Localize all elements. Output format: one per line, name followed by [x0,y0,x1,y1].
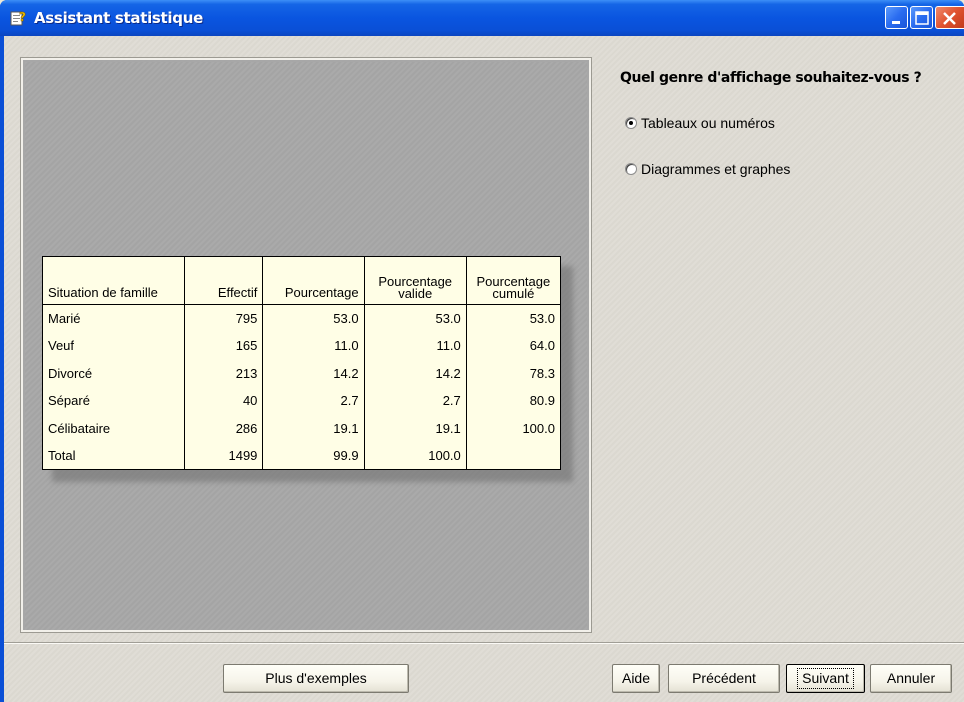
cell-effectif: 795 [184,304,264,332]
cell-effectif: 286 [184,414,264,442]
table-row: Séparé 40 2.7 2.7 80.9 [41,387,562,415]
radio-checked-icon[interactable] [625,117,637,129]
minimize-button[interactable] [885,6,908,29]
table-row: Célibataire 286 19.1 19.1 100.0 [41,414,562,442]
cell-effectif: 40 [184,387,264,415]
cell-effectif: 165 [184,332,264,360]
row-label: Total [41,442,186,470]
cell-cumule: 53.0 [465,304,562,332]
display-question: Quel genre d'affichage souhaitez-vous ? [620,70,922,86]
header-pourcentage-cumule: Pourcentage cumulé [465,256,562,305]
window-title: Assistant statistique [34,9,203,27]
table-row-total: Total 1499 99.9 100.0 [41,442,562,470]
minimize-icon [892,21,900,24]
cell-cumule: 100.0 [465,414,562,442]
cell-valide: 11.0 [363,332,467,360]
cell-effectif: 213 [184,359,264,387]
header-pourcentage: Pourcentage [262,256,365,305]
header-effectif: Effectif [184,256,264,305]
cell-pourcentage: 2.7 [262,387,365,415]
row-label: Divorcé [41,359,186,387]
header-pourcentage-valide: Pourcentage valide [363,256,467,305]
cell-cumule: 78.3 [465,359,562,387]
wizard-client-area: Situation de famille Effectif Pourcentag… [4,36,964,702]
cell-valide: 53.0 [363,304,467,332]
next-button[interactable]: Suivant [786,664,865,693]
cell-pourcentage: 19.1 [262,414,365,442]
table-row: Divorcé 213 14.2 14.2 78.3 [41,359,562,387]
cell-cumule [465,442,562,470]
radio-charts-label[interactable]: Diagrammes et graphes [641,161,790,177]
table-row: Veuf 165 11.0 11.0 64.0 [41,332,562,360]
close-button[interactable] [935,6,964,29]
maximize-button[interactable] [910,6,933,29]
cell-valide: 100.0 [363,442,467,470]
radio-tables-label[interactable]: Tableaux ou numéros [641,115,775,131]
cell-pourcentage: 14.2 [262,359,365,387]
cell-effectif: 1499 [184,442,264,470]
previous-button[interactable]: Précédent [668,664,780,693]
radio-charts-option[interactable]: Diagrammes et graphes [625,161,790,177]
cell-cumule: 64.0 [465,332,562,360]
radio-unchecked-icon[interactable] [625,163,637,175]
close-icon [943,12,956,25]
maximize-icon [915,11,929,25]
row-label: Marié [41,304,186,332]
table-header-row: Situation de famille Effectif Pourcentag… [41,256,562,305]
header-valide-line2: valide [398,286,433,301]
next-button-label: Suivant [797,668,854,689]
more-examples-button[interactable]: Plus d'exemples [223,664,409,693]
svg-text:?: ? [19,10,26,24]
row-label: Célibataire [41,414,186,442]
wizard-icon: ? [10,9,28,27]
cell-pourcentage: 11.0 [262,332,365,360]
title-bar[interactable]: ? Assistant statistique [0,0,964,36]
cell-pourcentage: 53.0 [262,304,365,332]
cell-valide: 2.7 [363,387,467,415]
frequency-table: Situation de famille Effectif Pourcentag… [41,256,562,470]
cell-valide: 19.1 [363,414,467,442]
row-label: Veuf [41,332,186,360]
wizard-window: ? Assistant statistique Situation de fam… [0,0,964,702]
table-row: Marié 795 53.0 53.0 53.0 [41,304,562,332]
cancel-button[interactable]: Annuler [870,664,952,693]
header-cumule-line2: cumulé [492,286,535,301]
help-button[interactable]: Aide [612,664,660,693]
cell-pourcentage: 99.9 [262,442,365,470]
bottom-separator [4,642,964,644]
cell-valide: 14.2 [363,359,467,387]
cell-cumule: 80.9 [465,387,562,415]
row-label: Séparé [41,387,186,415]
radio-tables-option[interactable]: Tableaux ou numéros [625,115,775,131]
header-situation: Situation de famille [41,256,186,305]
preview-pane: Situation de famille Effectif Pourcentag… [20,57,592,633]
